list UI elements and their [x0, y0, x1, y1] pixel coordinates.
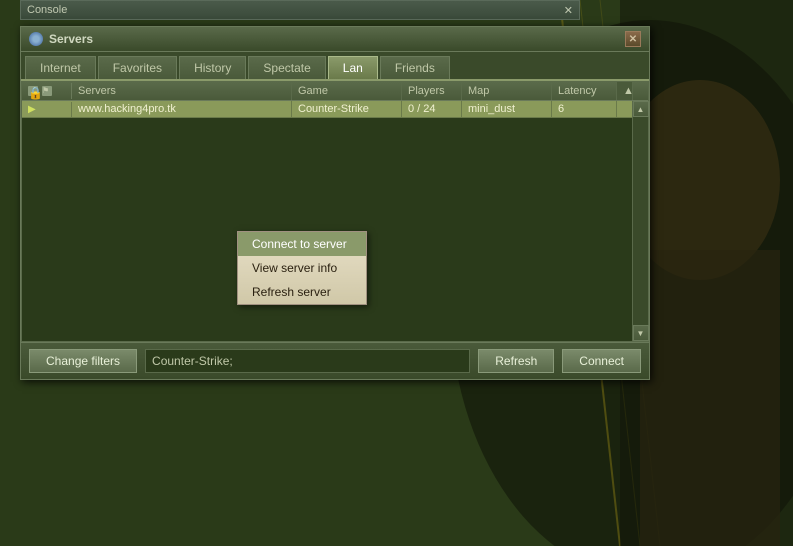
td-server: www.hacking4pro.tk: [72, 101, 292, 117]
server-arrow-icon: ▶: [28, 104, 36, 115]
td-icons: ▶: [22, 102, 72, 117]
th-server[interactable]: Servers: [72, 82, 292, 100]
th-game[interactable]: Game: [292, 82, 402, 100]
window-titlebar: Servers ✕: [21, 27, 649, 52]
tab-favorites[interactable]: Favorites: [98, 56, 177, 79]
td-players: 0 / 24: [402, 101, 462, 117]
server-table: 🔒 ⚑ Servers Game Players Map Latency ▲ ▶…: [21, 81, 649, 342]
window-title: Servers: [29, 32, 93, 46]
th-scroll: ▲: [617, 82, 633, 100]
table-body: ▶ www.hacking4pro.tk Counter-Strike 0 / …: [22, 101, 648, 341]
tab-bar: Internet Favorites History Spectate Lan …: [21, 52, 649, 81]
servers-window: Servers ✕ Internet Favorites History Spe…: [20, 26, 650, 380]
lock-icon: 🔒: [28, 86, 38, 96]
td-latency: 6: [552, 101, 617, 117]
th-players[interactable]: Players: [402, 82, 462, 100]
console-bar: Console ✕: [20, 0, 580, 20]
tab-spectate[interactable]: Spectate: [248, 56, 325, 79]
table-row[interactable]: ▶ www.hacking4pro.tk Counter-Strike 0 / …: [22, 101, 648, 118]
console-close-button[interactable]: ✕: [564, 4, 573, 17]
scroll-down-button[interactable]: ▼: [633, 325, 649, 341]
connect-button[interactable]: Connect: [562, 349, 641, 373]
context-refresh[interactable]: Refresh server: [238, 280, 366, 304]
td-game: Counter-Strike: [292, 101, 402, 117]
console-title: Console: [27, 4, 67, 16]
context-connect[interactable]: Connect to server: [238, 232, 366, 256]
th-icons: 🔒 ⚑: [22, 83, 72, 99]
context-view-info[interactable]: View server info: [238, 256, 366, 280]
th-latency[interactable]: Latency: [552, 82, 617, 100]
steam-icon: [29, 32, 43, 46]
window-close-button[interactable]: ✕: [625, 31, 641, 47]
change-filters-button[interactable]: Change filters: [29, 349, 137, 373]
td-map: mini_dust: [462, 101, 552, 117]
tab-friends[interactable]: Friends: [380, 56, 450, 79]
refresh-button[interactable]: Refresh: [478, 349, 554, 373]
tab-history[interactable]: History: [179, 56, 246, 79]
scroll-up-button[interactable]: ▲: [633, 101, 649, 117]
tab-internet[interactable]: Internet: [25, 56, 96, 79]
bottom-bar: Change filters Refresh Connect: [21, 342, 649, 379]
th-map[interactable]: Map: [462, 82, 552, 100]
scrollbar: ▲ ▼: [632, 101, 648, 341]
table-header: 🔒 ⚑ Servers Game Players Map Latency ▲: [22, 82, 648, 101]
context-menu: Connect to server View server info Refre…: [237, 231, 367, 305]
tab-lan[interactable]: Lan: [328, 56, 378, 79]
filter-input[interactable]: [145, 349, 470, 373]
vac-icon: ⚑: [42, 86, 52, 96]
